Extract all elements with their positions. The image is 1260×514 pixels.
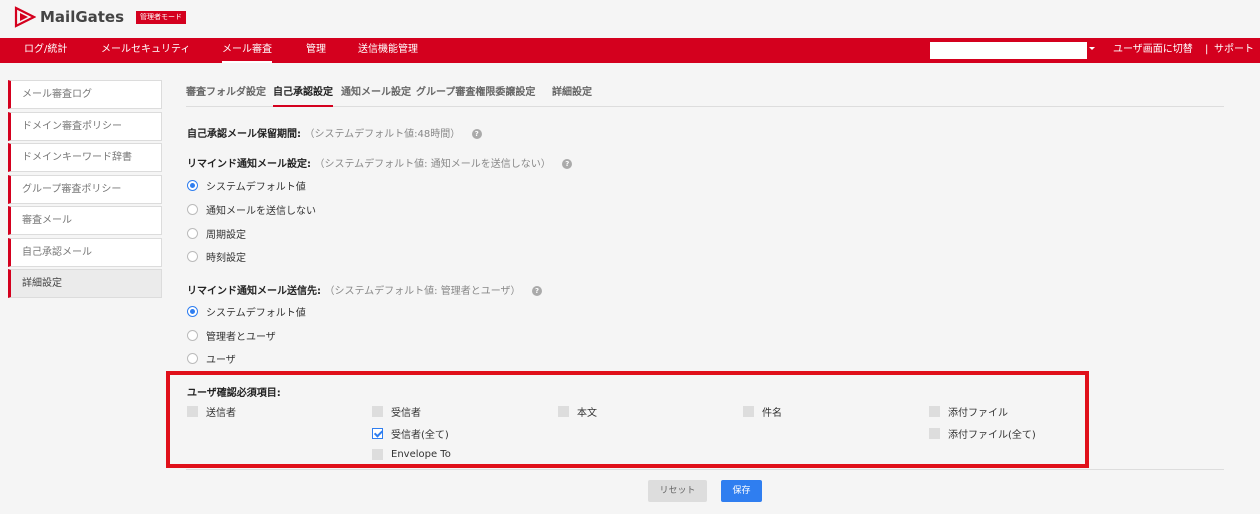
save-button[interactable]: 保存 xyxy=(721,480,762,502)
recipient-option-label: システムデフォルト値 xyxy=(206,307,306,319)
sidebar-item-review-log[interactable]: メール審査ログ xyxy=(8,80,162,109)
tab-self-approval[interactable]: 自己承認設定 xyxy=(273,80,333,107)
help-icon[interactable]: ? xyxy=(532,286,543,296)
check-label: 本文 xyxy=(577,408,597,419)
check-label: 添付ファイル xyxy=(948,408,1008,419)
checkbox[interactable] xyxy=(372,406,383,417)
retention-label: 自己承認メール保留期間: （システムデフォルト値:48時間） ? xyxy=(187,125,482,140)
remind-option-label: 周期設定 xyxy=(206,229,246,241)
recipient-label: リマインド通知メール送信先: （システムデフォルト値: 管理者とユーザ） ? xyxy=(187,282,543,297)
checkbox-checked[interactable] xyxy=(372,428,383,439)
check-label: Envelope To xyxy=(391,449,451,460)
account-select[interactable] xyxy=(930,42,1087,59)
check-body[interactable]: 本文 xyxy=(558,405,597,419)
checkbox[interactable] xyxy=(743,406,754,417)
sidebar-item-domain-policy[interactable]: ドメイン審査ポリシー xyxy=(8,111,162,141)
remind-hint: （システムデフォルト値: 通知メールを送信しない） xyxy=(314,159,551,170)
retention-hint: （システムデフォルト値:48時間） xyxy=(304,129,461,140)
main-nav: ログ/統計 メールセキュリティ メール審査 管理 送信機能管理 ユーザ画面に切替… xyxy=(0,38,1260,63)
remind-label-text: リマインド通知メール設定: xyxy=(187,159,311,170)
check-label: 受信者 xyxy=(391,408,421,419)
radio-button[interactable] xyxy=(187,227,198,239)
logo[interactable]: MailGates 管理者モード xyxy=(14,6,187,28)
tab-review-folder[interactable]: 審査フォルダ設定 xyxy=(186,80,266,107)
help-icon[interactable]: ? xyxy=(471,129,482,139)
check-sender[interactable]: 送信者 xyxy=(187,405,236,419)
app-name: MailGates xyxy=(40,8,125,26)
tab-group-delegation[interactable]: グループ審査権限委譲設定 xyxy=(416,80,535,107)
recipient-option-default[interactable]: システムデフォルト値 xyxy=(187,304,306,319)
remind-option-label: 通知メールを送信しない xyxy=(206,205,316,217)
tab-notification-mail[interactable]: 通知メール設定 xyxy=(341,80,411,107)
check-envelope-to[interactable]: Envelope To xyxy=(372,448,451,461)
switch-user-screen-link[interactable]: ユーザ画面に切替 xyxy=(1113,38,1193,63)
remind-option-label: 時刻設定 xyxy=(206,252,246,264)
remind-option-default[interactable]: システムデフォルト値 xyxy=(187,178,306,193)
help-icon[interactable]: ? xyxy=(562,159,573,169)
tab-advanced[interactable]: 詳細設定 xyxy=(552,80,592,107)
retention-label-text: 自己承認メール保留期間: xyxy=(187,129,301,140)
remind-option-no-send[interactable]: 通知メールを送信しない xyxy=(187,202,316,217)
checkbox[interactable] xyxy=(187,406,198,417)
check-label: 送信者 xyxy=(206,408,236,419)
admin-mode-badge: 管理者モード xyxy=(136,10,187,24)
nav-mail-review[interactable]: メール審査 xyxy=(222,38,272,63)
sidebar-item-review-mail[interactable]: 審査メール xyxy=(8,206,162,235)
app-header: MailGates 管理者モード xyxy=(0,0,1260,38)
sidebar-item-advanced-settings[interactable]: 詳細設定 xyxy=(8,269,162,298)
recipient-option-label: ユーザ xyxy=(206,354,236,366)
check-recipient[interactable]: 受信者 xyxy=(372,405,421,419)
recipient-option-label: 管理者とユーザ xyxy=(206,331,276,343)
recipient-option-admin-and-user[interactable]: 管理者とユーザ xyxy=(187,328,276,343)
check-label: 受信者(全て) xyxy=(391,430,449,441)
recipient-option-user[interactable]: ユーザ xyxy=(187,351,236,366)
radio-button[interactable] xyxy=(187,352,198,364)
chevron-down-icon[interactable] xyxy=(1089,47,1095,50)
remind-option-time[interactable]: 時刻設定 xyxy=(187,249,246,264)
radio-button[interactable] xyxy=(187,305,198,317)
radio-button[interactable] xyxy=(187,329,198,341)
required-items-label: ユーザ確認必須項目: xyxy=(187,388,281,399)
support-link[interactable]: サポート xyxy=(1214,38,1254,63)
sidebar-item-keyword-dictionary[interactable]: ドメインキーワード辞書 xyxy=(8,143,162,172)
mailgates-logo-icon xyxy=(14,6,36,28)
checkbox[interactable] xyxy=(929,428,940,439)
nav-send-functions[interactable]: 送信機能管理 xyxy=(358,38,418,63)
check-attachment[interactable]: 添付ファイル xyxy=(929,405,1008,419)
radio-button[interactable] xyxy=(187,203,198,215)
remind-label: リマインド通知メール設定: （システムデフォルト値: 通知メールを送信しない） … xyxy=(187,155,573,170)
remind-option-label: システムデフォルト値 xyxy=(206,181,306,193)
sidebar-item-group-policy[interactable]: グループ審査ポリシー xyxy=(8,174,162,204)
radio-button[interactable] xyxy=(187,179,198,191)
check-all-recipients[interactable]: 受信者(全て) xyxy=(372,427,449,441)
sidebar-item-self-approval-mail[interactable]: 自己承認メール xyxy=(8,237,162,267)
divider xyxy=(186,469,1224,470)
reset-button[interactable]: リセット xyxy=(648,480,707,502)
checkbox[interactable] xyxy=(558,406,569,417)
sidebar: メール審査ログ ドメイン審査ポリシー ドメインキーワード辞書 グループ審査ポリシ… xyxy=(8,80,162,301)
check-label: 件名 xyxy=(762,408,782,419)
radio-button[interactable] xyxy=(187,250,198,262)
recipient-hint: （システムデフォルト値: 管理者とユーザ） xyxy=(324,286,521,297)
nav-log-stats[interactable]: ログ/統計 xyxy=(24,38,67,63)
checkbox[interactable] xyxy=(929,406,940,417)
checkbox[interactable] xyxy=(372,449,383,460)
recipient-label-text: リマインド通知メール送信先: xyxy=(187,286,321,297)
nav-separator: | xyxy=(1205,44,1209,55)
nav-management[interactable]: 管理 xyxy=(306,38,326,63)
check-all-attachments[interactable]: 添付ファイル(全て) xyxy=(929,427,1036,441)
check-subject[interactable]: 件名 xyxy=(743,405,782,419)
settings-tabs: 審査フォルダ設定 自己承認設定 通知メール設定 グループ審査権限委譲設定 詳細設… xyxy=(186,80,1224,107)
check-label: 添付ファイル(全て) xyxy=(948,430,1036,441)
highlight-frame xyxy=(166,371,1089,468)
nav-mail-security[interactable]: メールセキュリティ xyxy=(101,38,190,63)
remind-option-periodic[interactable]: 周期設定 xyxy=(187,226,246,241)
